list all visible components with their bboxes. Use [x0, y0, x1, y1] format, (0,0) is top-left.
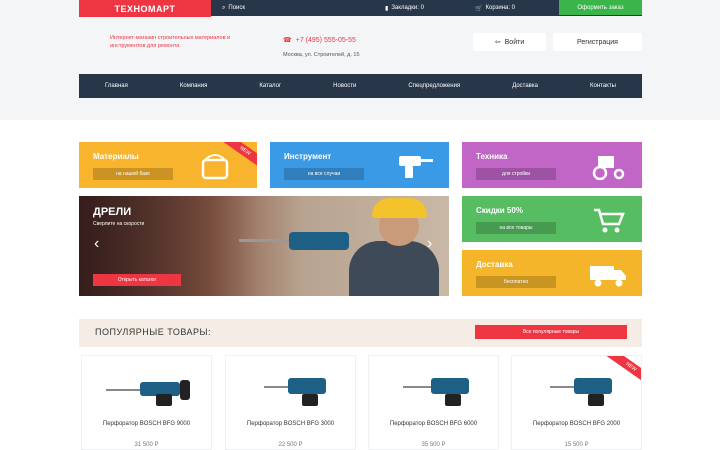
- nav-item-company[interactable]: Компания: [180, 83, 207, 89]
- hammer-drill-image: [403, 378, 469, 406]
- main-nav: Главная Компания Каталог Новости Спецпре…: [79, 74, 642, 98]
- drill-image: [289, 232, 349, 250]
- cart-icon: 🛒: [475, 5, 483, 12]
- product-card[interactable]: Перфоратор BOSCH BFG 9000 31 500 Р: [81, 355, 212, 450]
- search-icon: ⌕: [222, 4, 226, 11]
- tile-materials-button[interactable]: на нашей базе: [93, 168, 173, 180]
- nav-item-delivery[interactable]: Доставка: [512, 83, 538, 89]
- delivery-truck-icon: [590, 266, 626, 287]
- tile-tech-button[interactable]: для стройки: [476, 168, 556, 180]
- tile-materials[interactable]: Материалы на нашей базе NEW: [79, 142, 257, 188]
- product-card[interactable]: Перфоратор BOSCH BFG 6000 35 500 Р: [368, 355, 499, 450]
- login-icon: ⇦: [494, 39, 501, 46]
- login-button[interactable]: ⇦ Войти: [473, 33, 546, 51]
- product-price: 15 500 Р: [564, 442, 589, 448]
- product-price: 35 500 Р: [421, 442, 446, 448]
- paint-bucket-icon: [201, 154, 229, 180]
- helmet-image: [372, 198, 427, 218]
- tile-tools-button[interactable]: на все случаи: [284, 168, 364, 180]
- tile-discounts-title: Скидки 50%: [476, 206, 523, 215]
- tile-tools-title: Инструмент: [284, 152, 332, 161]
- slider-title: ДРЕЛИ: [93, 206, 132, 218]
- logo[interactable]: ТЕХНОМАРТ: [79, 0, 211, 17]
- product-name: Перфоратор BOSCH BFG 9000: [102, 421, 191, 427]
- tile-delivery-button[interactable]: бесплатно: [476, 276, 556, 288]
- hammer-drill-image: [264, 378, 326, 406]
- nav-item-news[interactable]: Новости: [333, 83, 356, 89]
- chevron-right-icon[interactable]: ›: [427, 236, 432, 252]
- cart-link[interactable]: 🛒 Корзина: 0: [475, 0, 515, 16]
- phone-contact[interactable]: ☎ +7 (495) 555-05-55: [283, 36, 356, 45]
- cart-label: Корзина: 0: [485, 5, 516, 11]
- favorites-link[interactable]: ▮ Закладки: 0: [385, 0, 424, 16]
- nav-item-catalog[interactable]: Каталог: [259, 83, 281, 89]
- tile-materials-title: Материалы: [93, 152, 139, 161]
- header-background: [0, 0, 720, 120]
- product-price: 22 500 Р: [278, 442, 303, 448]
- popular-section-header: ПОПУЛЯРНЫЕ ТОВАРЫ: Все популярные товары: [79, 319, 642, 347]
- tile-tech-title: Техника: [476, 152, 508, 161]
- nav-item-contacts[interactable]: Контакты: [590, 83, 616, 89]
- product-name: Перфоратор BOSCH BFG 6000: [389, 421, 478, 427]
- slider-catalog-button[interactable]: Открыть каталог: [93, 274, 181, 286]
- login-label: Войти: [504, 38, 525, 46]
- phone-icon: ☎: [283, 37, 292, 44]
- all-popular-button[interactable]: Все популярные товары: [475, 325, 627, 339]
- drill-icon: [399, 156, 433, 178]
- hammer-drill-image: [106, 380, 190, 406]
- slider-subtitle: Сверлите на скорости: [93, 221, 145, 227]
- chevron-left-icon[interactable]: ‹: [94, 236, 99, 252]
- shopping-cart-icon: [594, 208, 625, 233]
- address-text: Москва, ул. Строителей, д. 15: [283, 52, 360, 58]
- tile-discounts[interactable]: Скидки 50% на все товары: [462, 196, 642, 242]
- tile-delivery-title: Доставка: [476, 260, 513, 269]
- register-button[interactable]: Регистрация: [553, 33, 642, 51]
- phone-number: +7 (495) 555-05-55: [295, 36, 356, 44]
- bookmark-icon: ▮: [385, 5, 389, 12]
- hammer-drill-image: [550, 378, 612, 406]
- favorites-label: Закладки: 0: [391, 5, 424, 11]
- popular-title: ПОПУЛЯРНЫЕ ТОВАРЫ:: [95, 327, 212, 337]
- tile-tech[interactable]: Техника для стройки: [462, 142, 642, 188]
- product-name: Перфоратор BOSCH BFG 3000: [246, 421, 335, 427]
- product-card[interactable]: Перфоратор BOSCH BFG 3000 22 500 Р: [225, 355, 356, 450]
- product-price: 31 500 Р: [134, 442, 159, 448]
- tile-discounts-button[interactable]: на все товары: [476, 222, 556, 234]
- checkout-button[interactable]: Оформить заказ: [559, 0, 642, 15]
- tractor-icon: [592, 156, 625, 180]
- nav-item-home[interactable]: Главная: [105, 83, 128, 89]
- drills-slider[interactable]: ДРЕЛИ Сверлите на скорости Открыть катал…: [79, 196, 449, 296]
- nav-item-offers[interactable]: Спецпредложения: [408, 83, 460, 89]
- product-name: Перфоратор BOSCH BFG 2000: [532, 421, 621, 427]
- search-link[interactable]: ⌕ Поиск: [222, 0, 245, 16]
- tile-delivery[interactable]: Доставка бесплатно: [462, 250, 642, 296]
- drill-bit-image: [239, 239, 291, 242]
- site-tagline: Интернет-магазин строительных материалов…: [110, 35, 231, 49]
- worker-image-body: [349, 241, 439, 296]
- tile-tools[interactable]: Инструмент на все случаи: [270, 142, 449, 188]
- search-label: Поиск: [228, 5, 246, 11]
- product-card[interactable]: Перфоратор BOSCH BFG 2000 15 500 Р NEW: [511, 355, 642, 450]
